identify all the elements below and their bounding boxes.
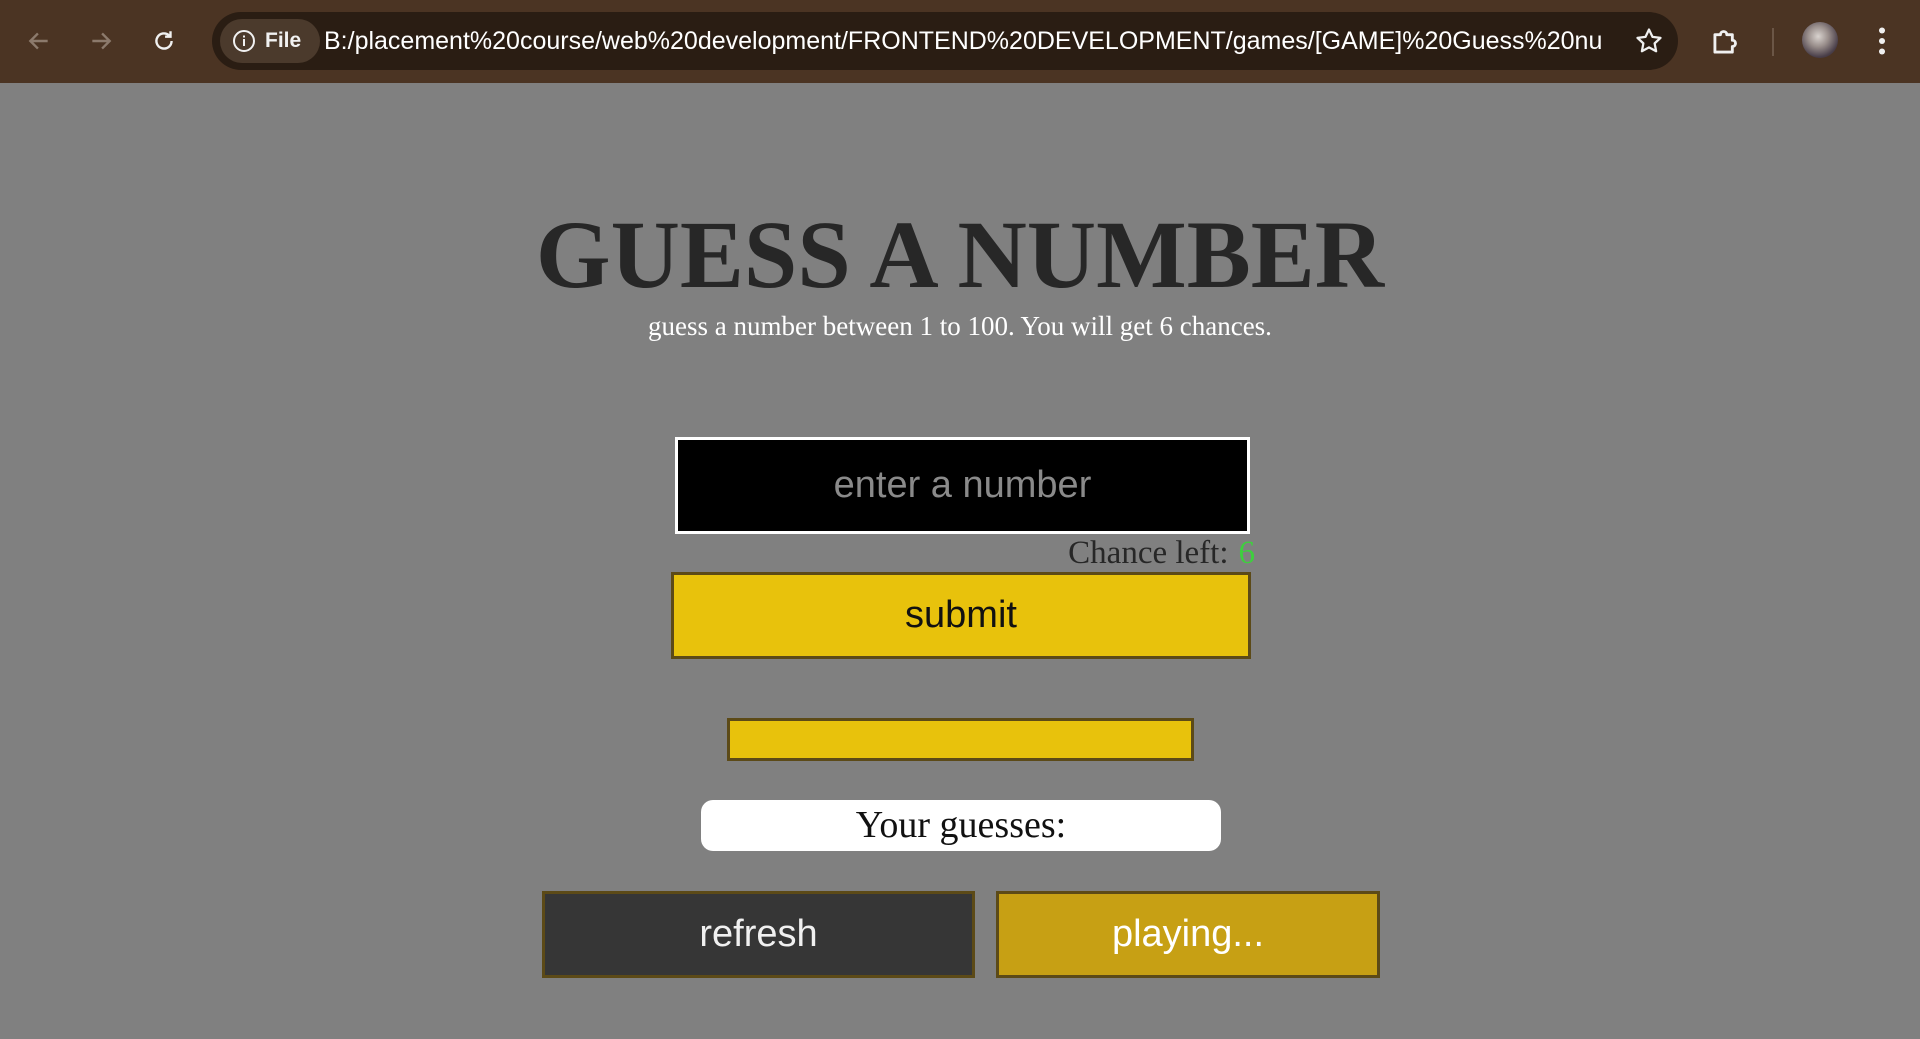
forward-arrow-icon <box>92 32 112 50</box>
browser-toolbar: File B:/placement%20course/web%20develop… <box>0 0 1920 83</box>
game-status-button[interactable]: playing... <box>996 891 1380 978</box>
reload-button[interactable] <box>143 20 185 62</box>
toolbar-divider <box>1772 28 1774 56</box>
url-text[interactable]: B:/placement%20course/web%20development/… <box>324 12 1602 70</box>
site-info-chip[interactable]: File <box>220 19 320 63</box>
more-menu-icon[interactable] <box>1868 22 1896 60</box>
refresh-button[interactable]: refresh <box>542 891 975 978</box>
info-icon <box>233 30 255 52</box>
chance-value: 6 <box>1238 535 1256 571</box>
instructions-text: guess a number between 1 to 100. You wil… <box>648 311 1272 341</box>
forward-button[interactable] <box>80 20 122 62</box>
page-title: GUESS A NUMBER <box>535 201 1385 308</box>
file-chip-label: File <box>265 29 302 52</box>
profile-avatar[interactable] <box>1802 22 1838 58</box>
chance-label: Chance left: <box>1068 535 1229 571</box>
back-arrow-icon <box>28 32 48 50</box>
result-message <box>727 718 1194 761</box>
address-bar[interactable]: File B:/placement%20course/web%20develop… <box>212 12 1678 70</box>
guesses-list: Your guesses: <box>701 800 1221 851</box>
back-button[interactable] <box>18 20 60 62</box>
extensions-icon[interactable] <box>1707 22 1745 60</box>
guess-input[interactable] <box>675 437 1250 534</box>
reload-icon <box>155 31 173 50</box>
submit-button[interactable]: submit <box>671 572 1251 659</box>
chances-counter: Chance left: 6 <box>1000 533 1255 573</box>
star-icon[interactable] <box>1634 26 1664 56</box>
